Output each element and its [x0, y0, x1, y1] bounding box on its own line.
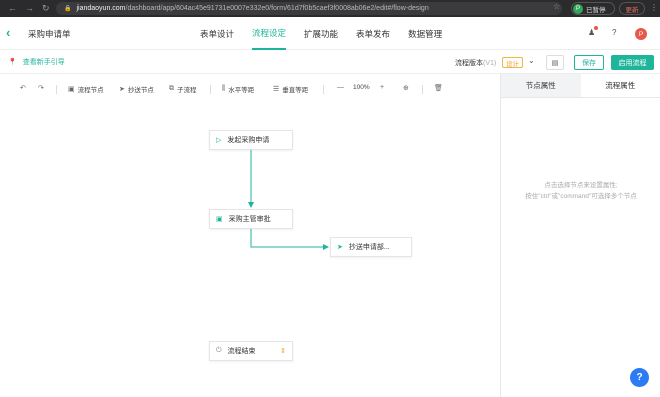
profile-label: 已暂停 [586, 6, 606, 14]
node-label: 采购主管审批 [228, 216, 271, 223]
h-align-icon: ⫼ [222, 85, 226, 92]
location-pin-icon: 📍 [8, 59, 17, 66]
zoom-out-icon[interactable]: — [337, 84, 344, 91]
browser-back-icon[interactable]: ← [8, 3, 17, 14]
tab-flow-properties[interactable]: 流程属性 [581, 74, 660, 97]
url-host: jiandaoyun.com [76, 5, 126, 12]
tab-flow-settings[interactable]: 流程设定 [252, 17, 287, 50]
node-icon: ▣ [68, 86, 75, 93]
vertical-align-button[interactable]: ☰ 垂直等距 [273, 84, 308, 94]
main-tabs: 表单设计 流程设定 扩展功能 表单发布 数据管理 [200, 17, 460, 50]
guide-link[interactable]: 📍 查看新手引导 [8, 57, 65, 67]
v-align-icon: ☰ [273, 86, 280, 93]
delete-icon[interactable]: 🗑 [434, 84, 443, 92]
panel-empty-hint: 点击选择节点来设置属性; 按住"ctrl"或"command"可选择多个节点 [525, 182, 637, 200]
flow-canvas[interactable]: ▷ 发起采购申请 ▣ 采购主管审批 ➤ 抄送申请部... ⏻ 流程结束 ⇕ [0, 97, 500, 397]
undo-icon[interactable]: ↶ [20, 84, 26, 92]
send-icon: ➤ [119, 86, 125, 93]
approval-node-icon: ▣ [216, 216, 223, 223]
play-circle-icon: ▷ [216, 137, 222, 144]
help-float-button[interactable]: ? [630, 368, 649, 387]
profile-avatar: P [573, 3, 583, 14]
power-icon: ⏻ [216, 347, 222, 354]
warning-flag-icon: ⇕ [280, 348, 286, 355]
form-title: 采购申请单 [28, 29, 71, 39]
version-list-button[interactable]: ▤ [546, 55, 564, 70]
tab-data-management[interactable]: 数据管理 [408, 17, 442, 50]
back-icon[interactable]: ‹ [6, 25, 10, 40]
tab-node-properties[interactable]: 节点属性 [501, 74, 581, 97]
subflow-icon: ⧉ [169, 85, 174, 92]
panel-tabs: 节点属性 流程属性 [501, 74, 660, 98]
help-circle-icon[interactable]: ? [612, 28, 616, 37]
flow-node-end[interactable]: ⏻ 流程结束 ⇕ [209, 341, 293, 361]
update-button[interactable]: 更新 [619, 2, 645, 15]
zoom-level: 100% [353, 84, 370, 91]
browser-bar: ← → ↻ 🔒 jiandaoyun.com /dashboard/app/60… [0, 0, 660, 17]
reload-icon[interactable]: ↻ [42, 3, 50, 14]
horizontal-align-button[interactable]: ⫼ 水平等距 [222, 84, 254, 94]
address-bar[interactable]: 🔒 jiandaoyun.com /dashboard/app/604ac45e… [56, 2, 562, 15]
zoom-in-icon[interactable]: + [380, 84, 384, 91]
add-cc-node-button[interactable]: ➤ 抄送节点 [119, 84, 154, 94]
flow-node-start[interactable]: ▷ 发起采购申请 [209, 130, 293, 150]
node-label: 抄送申请部... [348, 244, 390, 251]
fit-view-icon[interactable]: ⊕ [403, 84, 409, 92]
chevron-down-icon[interactable]: ⌄ [528, 56, 535, 65]
profile-button[interactable]: P 已暂停 [571, 2, 615, 15]
properties-panel: 节点属性 流程属性 点击选择节点来设置属性; 按住"ctrl"或"command… [500, 74, 660, 397]
connector-approve-cc [250, 229, 329, 250]
node-label: 流程结束 [227, 348, 256, 355]
add-subflow-button[interactable]: ⧉ 子流程 [169, 84, 197, 94]
save-button[interactable]: 保存 [574, 55, 604, 70]
enable-flow-button[interactable]: 启用流程 [611, 55, 654, 70]
more-menu-icon[interactable]: ⋮ [650, 3, 658, 12]
lock-icon: 🔒 [64, 6, 72, 12]
app-header: ‹ 采购申请单 表单设计 流程设定 扩展功能 表单发布 数据管理 ♟ ? P [0, 17, 660, 50]
tab-form-design[interactable]: 表单设计 [200, 17, 234, 50]
tab-extensions[interactable]: 扩展功能 [304, 17, 338, 50]
bookmark-star-icon[interactable]: ☆ [553, 2, 560, 11]
node-label: 发起采购申请 [227, 137, 270, 144]
tab-form-publish[interactable]: 表单发布 [356, 17, 390, 50]
add-flow-node-button[interactable]: ▣ 流程节点 [68, 84, 104, 94]
sub-bar: 📍 查看新手引导 流程版本(V1) 设计 ⌄ ▤ 保存 启用流程 [0, 51, 660, 74]
send-icon: ➤ [337, 244, 343, 251]
canvas-toolbar: ↶ ↷ ▣ 流程节点 ➤ 抄送节点 ⧉ 子流程 ⫼ 水平等距 ☰ 垂直等距 — 100% … [0, 81, 500, 97]
flow-node-cc[interactable]: ➤ 抄送申请部... [330, 237, 412, 257]
user-avatar[interactable]: P [635, 28, 647, 40]
redo-icon[interactable]: ↷ [38, 84, 44, 92]
version-label: 流程版本(V1) [455, 60, 497, 67]
flow-node-approve[interactable]: ▣ 采购主管审批 [209, 209, 293, 229]
guide-link-label: 查看新手引导 [22, 59, 65, 66]
notification-dot [594, 26, 598, 30]
url-path: /dashboard/app/604ac45e91731e0007e332e0/… [125, 5, 429, 12]
status-badge: 设计 [502, 57, 523, 68]
browser-forward-icon[interactable]: → [25, 3, 34, 14]
